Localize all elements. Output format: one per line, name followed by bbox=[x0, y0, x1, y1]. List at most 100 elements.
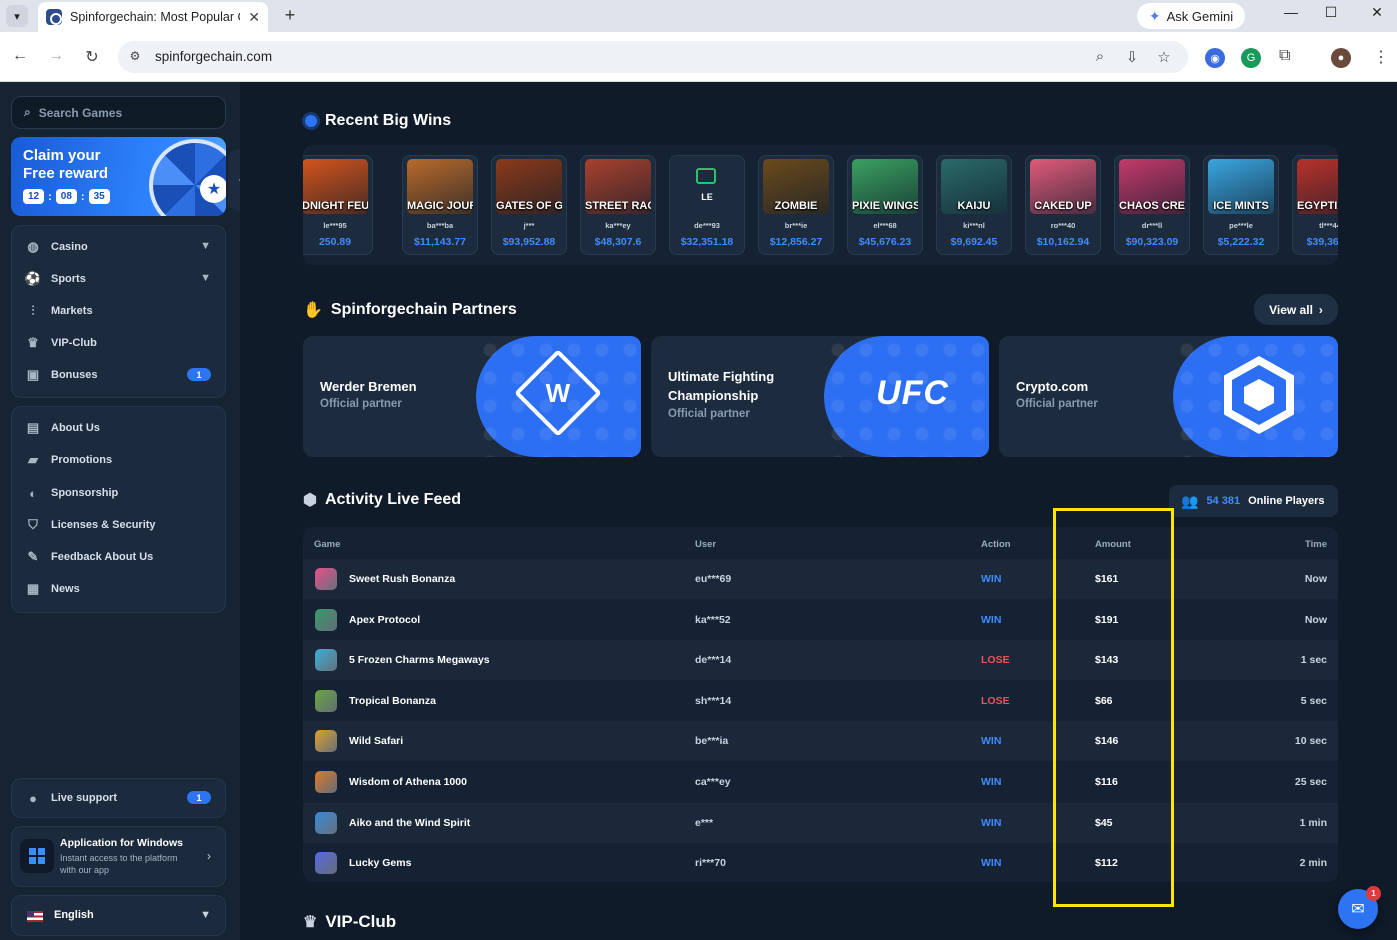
zoom-icon[interactable]: ⌕ bbox=[1091, 48, 1109, 65]
feed-game-name: Tropical Bonanza bbox=[349, 694, 436, 707]
sponsorship-icon: ◐ bbox=[29, 485, 37, 501]
live-support-button[interactable]: ● Live support 1 bbox=[11, 778, 226, 818]
win-amount: $32,351.18 bbox=[680, 236, 734, 248]
recent-win-card[interactable]: PIXIE WINGS el***68 $45,676.23 bbox=[847, 155, 923, 255]
sidebar-item-feedback[interactable]: ✎ Feedback About Us bbox=[12, 542, 225, 572]
feed-user: ri***70 bbox=[695, 857, 726, 870]
ufc-logo: UFC bbox=[876, 374, 949, 412]
windows-app-card[interactable]: Application for Windows Instant access t… bbox=[11, 826, 226, 887]
back-arrow-icon[interactable]: ← bbox=[9, 47, 31, 65]
recent-win-card[interactable]: ZOMBIE br***ie $12,856.27 bbox=[758, 155, 834, 255]
sidebar-item-licenses-security[interactable]: ⛉ Licenses & Security bbox=[12, 510, 225, 540]
feed-game-name: Apex Protocol bbox=[349, 613, 421, 626]
tab-close-icon[interactable]: ✕ bbox=[248, 9, 260, 26]
new-tab-button[interactable]: + bbox=[280, 5, 300, 26]
forward-arrow-icon[interactable]: → bbox=[45, 47, 67, 65]
sidebar-item-markets[interactable]: ⫶ Markets bbox=[12, 296, 225, 326]
partner-card-crypto-com[interactable]: Crypto.com Official partner bbox=[999, 336, 1338, 457]
table-row[interactable]: Tropical Bonanza sh***14 LOSE $66 5 sec bbox=[303, 681, 1338, 721]
crown-icon: ♛ bbox=[303, 914, 318, 931]
window-close-icon[interactable]: ✕ bbox=[1366, 4, 1388, 21]
game-thumbnail: DNIGHT FEUER bbox=[303, 159, 368, 214]
feed-action: WIN bbox=[981, 573, 1002, 585]
table-row[interactable]: Sweet Rush Bonanza eu***69 WIN $161 Now bbox=[303, 559, 1338, 599]
partner-card-werder-bremen[interactable]: W Werder Bremen Official partner bbox=[303, 336, 641, 457]
feed-time: 2 min bbox=[1299, 857, 1327, 870]
ask-gemini-button[interactable]: ✦ Ask Gemini bbox=[1137, 3, 1245, 29]
search-placeholder: Search Games bbox=[38, 105, 123, 120]
minimize-icon[interactable]: — bbox=[1280, 4, 1302, 20]
extension-icon[interactable]: ◉ bbox=[1205, 48, 1225, 68]
recent-win-card[interactable]: GATES OF GLADIUS j*** $93,952.88 bbox=[491, 155, 567, 255]
book-icon: ▤ bbox=[26, 420, 40, 435]
table-row[interactable]: Wisdom of Athena 1000 ca***ey WIN $116 25 se… bbox=[303, 762, 1338, 802]
recent-win-card[interactable]: CHAOS CREW 3 dr***ll $90,323.09 bbox=[1114, 155, 1190, 255]
tab-search-button[interactable]: ▾ bbox=[6, 5, 28, 27]
install-app-icon[interactable]: ⇩ bbox=[1123, 48, 1141, 66]
sidebar-item-news[interactable]: ▦ News bbox=[12, 574, 225, 604]
feed-user: sh***14 bbox=[695, 694, 732, 707]
extensions-puzzle-icon[interactable]: ⧉ bbox=[1279, 47, 1290, 65]
table-row[interactable]: Lucky Gems ri***70 WIN $112 2 min bbox=[303, 843, 1338, 882]
online-players-badge: 👥 54 381 Online Players bbox=[1169, 485, 1338, 517]
sidebar-item-sponsorship[interactable]: ◐ Sponsorship bbox=[12, 478, 225, 508]
win-user: ka***ey bbox=[605, 221, 631, 230]
free-reward-banner[interactable]: Claim your Free reward 12 : 08 : 35 ★ bbox=[11, 137, 226, 216]
browser-menu-icon[interactable]: ⋮ bbox=[1373, 47, 1389, 67]
sidebar-item-casino[interactable]: ◍ Casino ▼ bbox=[12, 232, 225, 262]
activity-feed-heading: ⬢ Activity Live Feed bbox=[303, 491, 462, 509]
recent-win-card[interactable]: LE de***93 $32,351.18 bbox=[669, 155, 745, 255]
sidebar-item-about-us[interactable]: ▤ About Us bbox=[12, 413, 225, 443]
win-amount: $9,692.45 bbox=[950, 236, 998, 248]
sidebar-item-promotions[interactable]: ▰ Promotions bbox=[12, 445, 225, 475]
recent-win-card[interactable]: DNIGHT FEUER le***95 250.89 bbox=[303, 155, 373, 255]
profile-avatar[interactable]: ● bbox=[1331, 48, 1351, 68]
timer-seconds: 35 bbox=[88, 189, 110, 204]
promo-timer: 12 : 08 : 35 bbox=[23, 189, 110, 204]
recent-win-card[interactable]: CAKED UP ro***40 $10,162.94 bbox=[1025, 155, 1101, 255]
live-support-label: Live support bbox=[51, 792, 118, 804]
table-row[interactable]: Apex Protocol ka***52 WIN $191 Now bbox=[303, 600, 1338, 640]
activity-feed-table: Game User Action Amount Time Sweet Rush … bbox=[303, 527, 1338, 882]
column-header-time: Time bbox=[1304, 539, 1327, 550]
browser-tab[interactable]: Spinforgechain: Most Popular C ✕ bbox=[38, 2, 268, 32]
recent-win-card[interactable]: KAIJU ki***nl $9,692.45 bbox=[936, 155, 1012, 255]
feed-time: 5 sec bbox=[1300, 694, 1327, 707]
us-flag-icon bbox=[27, 911, 43, 922]
game-thumbnail-icon bbox=[315, 771, 337, 793]
win-game-title: CAKED UP bbox=[1034, 201, 1092, 212]
fortune-wheel-image: ★ bbox=[149, 139, 226, 216]
table-row[interactable]: 5 Frozen Charms Megaways de***14 LOSE $143 1… bbox=[303, 640, 1338, 681]
sidebar-item-bonuses[interactable]: ▣ Bonuses 1 bbox=[12, 360, 225, 390]
sidebar-item-sports[interactable]: ⚽ Sports ▼ bbox=[12, 264, 225, 294]
promo-title: Claim your Free reward bbox=[23, 147, 109, 182]
feed-game-name: Lucky Gems bbox=[349, 857, 412, 870]
win-user: ro***40 bbox=[1050, 221, 1076, 230]
search-input[interactable]: ⌕ Search Games bbox=[11, 96, 226, 129]
sidebar: ⌕ Search Games Claim your Free reward 12… bbox=[0, 82, 258, 940]
table-row[interactable]: Wild Safari be***ia WIN $146 10 sec bbox=[303, 721, 1338, 762]
grammarly-icon[interactable]: G bbox=[1241, 48, 1261, 68]
bookmark-star-icon[interactable]: ☆ bbox=[1155, 48, 1173, 66]
url-text[interactable]: spinforgechain.com bbox=[155, 49, 272, 64]
recent-win-card[interactable]: ICE MINTS pe***le $5,222.32 bbox=[1203, 155, 1279, 255]
reload-icon[interactable]: ↻ bbox=[81, 47, 103, 67]
feed-game-name: 5 Frozen Charms Megaways bbox=[349, 654, 490, 667]
table-row[interactable]: Aiko and the Wind Spirit e*** WIN $45 1 min bbox=[303, 802, 1338, 843]
sidebar-item-vip-club[interactable]: ♛ VIP-Club bbox=[12, 328, 225, 358]
feed-action: WIN bbox=[981, 816, 1002, 829]
language-selector[interactable]: English ▼ bbox=[11, 895, 226, 936]
recent-win-card[interactable]: STREET RACER ka***ey $48,307.6 bbox=[580, 155, 656, 255]
omnibox[interactable]: ⚙ spinforgechain.com ⌕ ⇩ ☆ bbox=[118, 41, 1188, 73]
handshake-icon: ✋ bbox=[303, 302, 323, 319]
recent-win-card[interactable]: MAGIC JOURNEY ba***ba $11,143.77 bbox=[402, 155, 478, 255]
sidebar-item-label: About Us bbox=[51, 422, 100, 434]
chat-support-button[interactable]: ✉ 1 bbox=[1338, 886, 1381, 929]
game-thumbnail: STREET RACER bbox=[585, 159, 651, 214]
view-all-partners-button[interactable]: View all › bbox=[1254, 294, 1338, 325]
site-info-icon[interactable]: ⚙ bbox=[127, 49, 143, 65]
maximize-icon[interactable]: ☐ bbox=[1320, 4, 1342, 21]
online-label: Online Players bbox=[1248, 495, 1325, 507]
recent-win-card[interactable]: EGYPTIAN FORTUNES tl***44 $39,368.9 bbox=[1292, 155, 1338, 255]
partner-card-ufc[interactable]: UFC Ultimate Fighting Championship Offic… bbox=[651, 336, 989, 457]
